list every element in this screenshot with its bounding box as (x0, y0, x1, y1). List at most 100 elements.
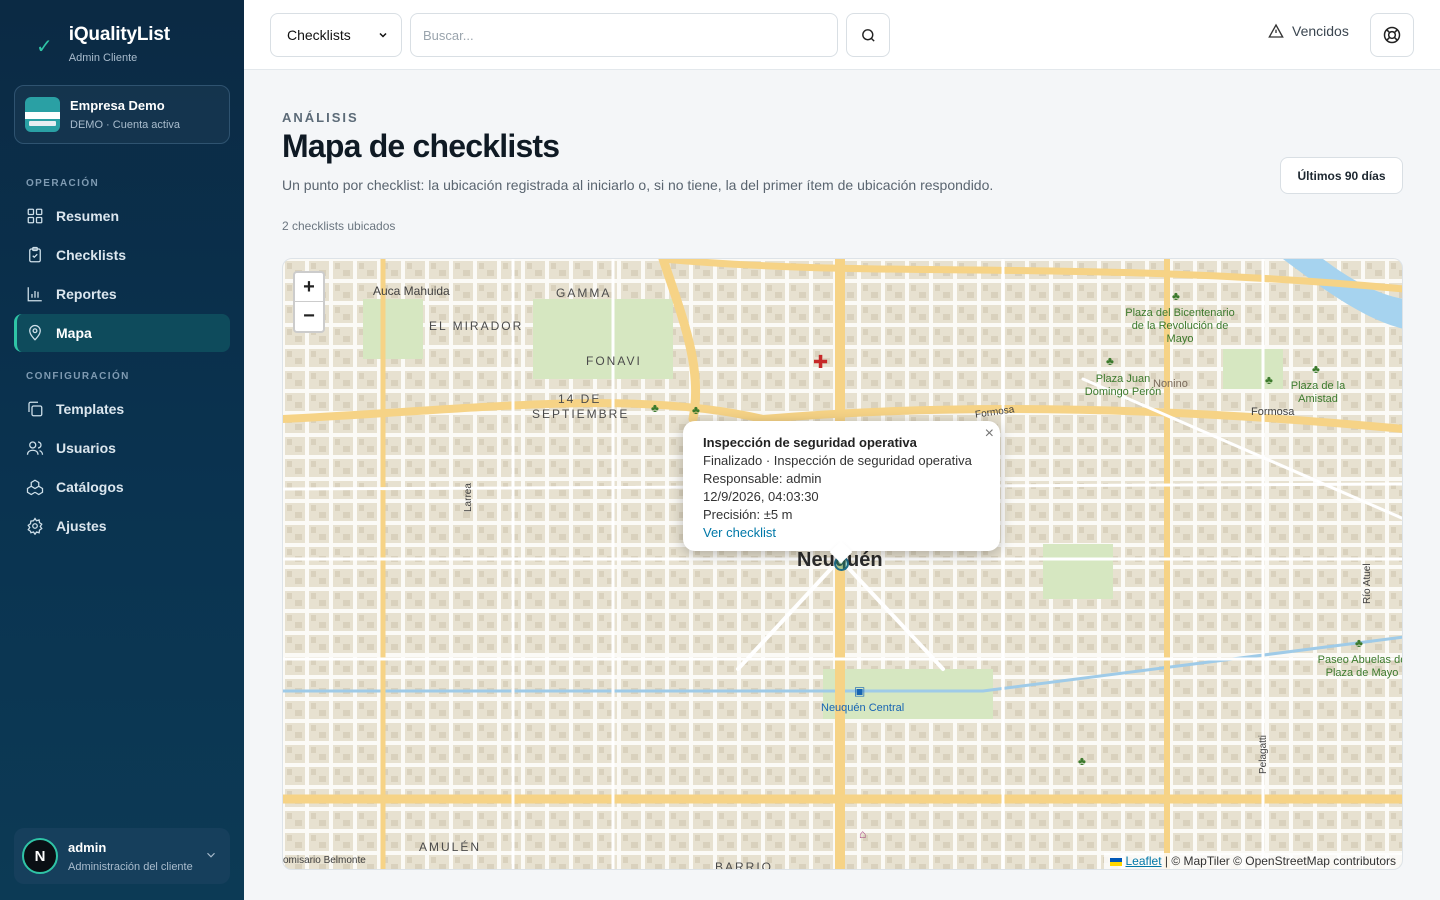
sidebar-item-label: Reportes (56, 286, 117, 302)
map-label-gamma: GAMMA (556, 286, 612, 300)
lifebuoy-icon (1383, 26, 1401, 44)
search-icon (861, 28, 875, 42)
map-pin-icon (29, 324, 41, 341)
tree-icon: ♣ (1355, 636, 1363, 650)
chevron-down-icon (207, 852, 215, 858)
map-label-paseo-abuelas: Paseo Abuelas de Plaza de Mayo (1317, 654, 1403, 679)
clipboard-icon (29, 246, 41, 263)
user-menu[interactable]: N admin Administración del cliente (14, 828, 230, 884)
brand[interactable]: ✓ iQualityList Admin Cliente (36, 24, 170, 64)
view-checklist-link[interactable]: Ver checklist (703, 525, 980, 540)
map-label-14-de: 14 DE (558, 392, 602, 406)
user-name: admin (68, 839, 107, 855)
map-label-rio-atuel: Río Atuel (1362, 563, 1373, 604)
company-switcher[interactable]: Empresa Demo DEMO · Cuenta activa (14, 85, 230, 144)
popup-datetime: 12/9/2026, 04:03:30 (703, 489, 819, 504)
brand-subtitle: Admin Cliente (68, 52, 138, 64)
sidebar-item-mapa[interactable]: Mapa (14, 314, 230, 352)
company-meta: DEMO · Cuenta activa (70, 119, 181, 131)
brand-title: iQualityList (68, 24, 170, 45)
map-label-septiembre: SEPTIEMBRE (532, 407, 630, 421)
museum-icon: ⌂ (859, 827, 867, 841)
popup-title: Inspección de seguridad operativa (703, 435, 917, 450)
entity-select[interactable]: Checklists (270, 13, 402, 57)
zoom-out-button[interactable]: − (295, 302, 323, 331)
sidebar-item-label: Usuarios (56, 440, 116, 456)
grid-icon (27, 208, 43, 224)
tree-icon: ♣ (1265, 373, 1273, 387)
map[interactable]: Auca Mahuida GAMMA EL MIRADOR FONAVI 14 … (282, 258, 1403, 870)
sidebar-item-catalogos[interactable]: Catálogos (14, 468, 230, 506)
sidebar-item-ajustes[interactable]: Ajustes (14, 507, 230, 545)
map-label-comisario: omisario Belmonte (283, 855, 366, 866)
leaflet-link[interactable]: Leaflet (1126, 854, 1162, 868)
zoom-controls: + − (293, 271, 325, 333)
map-label-mirador: EL MIRADOR (429, 319, 524, 333)
page-eyebrow: ANÁLISIS (282, 110, 359, 125)
sidebar-item-usuarios[interactable]: Usuarios (14, 429, 230, 467)
hospital-icon: ✚ (813, 352, 829, 372)
user-role: Administración del cliente (68, 860, 193, 873)
map-attribution: Leaflet | © MapTiler © OpenStreetMap con… (1103, 853, 1402, 869)
map-label-plaza-juan: Plaza Juan Domingo Perón (1084, 373, 1162, 398)
topbar: Checklists Vencidos (244, 0, 1440, 70)
popup-responsible: Responsable: admin (703, 471, 822, 486)
page-description: Un punto por checklist: la ubicación reg… (282, 177, 994, 193)
sidebar-item-checklists[interactable]: Checklists (14, 236, 230, 274)
tree-icon: ♣ (1106, 354, 1114, 368)
overdue-label: Vencidos (1292, 23, 1349, 39)
map-label-plaza-amistad: Plaza de la Amistad (1290, 380, 1346, 405)
search-field[interactable] (410, 13, 838, 57)
map-popup: × Inspección de seguridad operativa Fina… (683, 421, 1000, 551)
map-label-larrea: Larrea (463, 483, 474, 512)
boxes-icon (26, 479, 44, 496)
located-count: 2 checklists ubicados (282, 219, 396, 233)
sidebar: ✓ iQualityList Admin Cliente Empresa Dem… (0, 0, 244, 900)
popup-precision: Precisión: ±5 m (703, 507, 793, 522)
copy-icon (28, 401, 43, 417)
tree-icon: ♣ (1172, 289, 1180, 303)
page-title: Mapa de checklists (282, 128, 560, 164)
search-input[interactable] (423, 27, 837, 43)
sidebar-item-resumen[interactable]: Resumen (14, 197, 230, 235)
bar-chart-icon (27, 287, 42, 302)
tree-icon: ♣ (651, 401, 659, 415)
chevron-down-icon (379, 32, 387, 38)
help-button[interactable] (1370, 13, 1414, 57)
search-button[interactable] (846, 13, 890, 57)
sidebar-item-label: Templates (56, 401, 125, 417)
popup-status: Finalizado · Inspección de seguridad ope… (703, 453, 972, 468)
warning-icon (1268, 23, 1284, 38)
date-range-button[interactable]: Últimos 90 días (1280, 157, 1403, 194)
map-label-amulen: AMULÉN (419, 840, 482, 854)
sidebar-item-label: Mapa (56, 325, 92, 341)
sidebar-item-label: Ajustes (56, 518, 107, 534)
map-label-station: Neuquén Central (821, 702, 905, 714)
attribution-text: | © MapTiler © OpenStreetMap contributor… (1164, 854, 1396, 868)
sidebar-item-reportes[interactable]: Reportes (14, 275, 230, 313)
tree-icon: ♣ (1312, 362, 1320, 376)
ukraine-flag-icon (1109, 857, 1122, 866)
map-label-plaza-bicentenario: Plaza del Bicentenario de la Revolución … (1125, 307, 1235, 345)
sidebar-item-label: Checklists (56, 247, 127, 263)
map-label-pelagatti: Pelagatti (1258, 735, 1269, 774)
company-name: Empresa Demo (70, 98, 165, 113)
check-logo-icon: ✓ (36, 36, 53, 58)
sidebar-item-label: Catálogos (56, 479, 124, 495)
company-logo (25, 97, 60, 132)
map-label-formosa-2: Formosa (1251, 406, 1295, 418)
overdue-button[interactable]: Vencidos (1268, 23, 1349, 39)
tree-icon: ♣ (692, 403, 700, 417)
map-label-fonavi: FONAVI (586, 354, 642, 368)
gear-icon (27, 517, 43, 535)
sidebar-item-templates[interactable]: Templates (14, 390, 230, 428)
zoom-in-button[interactable]: + (295, 273, 323, 302)
section-label-operation: OPERACIÓN (26, 178, 100, 189)
sidebar-item-label: Resumen (56, 208, 120, 224)
tree-icon: ♣ (1078, 754, 1086, 768)
train-station-icon: ▣ (854, 684, 866, 698)
map-label-auca: Auca Mahuida (373, 284, 450, 298)
map-label-barrio: BARRIO (715, 860, 774, 870)
entity-select-value: Checklists (287, 27, 351, 43)
popup-close-button[interactable]: × (985, 425, 994, 443)
